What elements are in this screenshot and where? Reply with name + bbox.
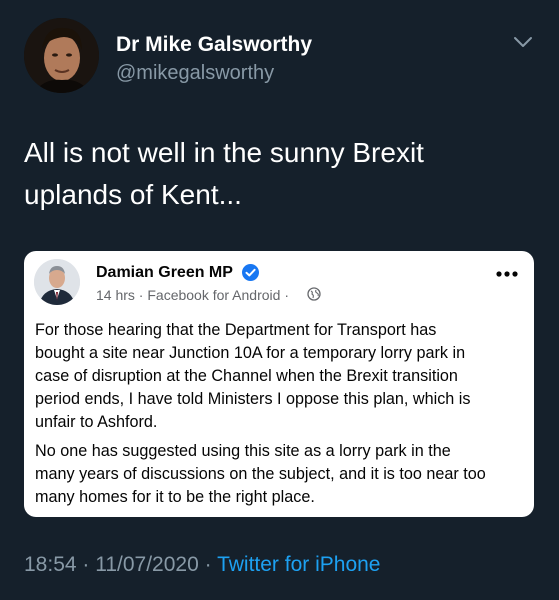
facebook-author-avatar-image xyxy=(34,259,80,305)
tweet-source-link[interactable]: Twitter for iPhone xyxy=(217,553,380,576)
facebook-author-avatar[interactable] xyxy=(34,259,80,305)
tweet: Dr Mike Galsworthy @mikegalsworthy All i… xyxy=(0,0,559,600)
facebook-post-meta: 14 hrs · Facebook for Android · xyxy=(96,287,289,303)
verified-badge-icon xyxy=(241,263,260,282)
author-handle[interactable]: @mikegalsworthy xyxy=(116,62,274,85)
chevron-down-icon[interactable] xyxy=(511,32,535,52)
globe-icon xyxy=(307,287,321,301)
facebook-author-name[interactable]: Damian Green MP xyxy=(96,264,233,282)
footer-separator: · xyxy=(204,553,212,576)
facebook-post-paragraph: For those hearing that the Department fo… xyxy=(35,321,471,431)
facebook-post-paragraph: No one has suggested using this site as … xyxy=(35,442,486,506)
more-options-icon[interactable] xyxy=(494,267,520,281)
author-display-name[interactable]: Dr Mike Galsworthy xyxy=(116,33,312,57)
tweet-text: All is not well in the sunny Brexit upla… xyxy=(24,137,424,210)
author-avatar[interactable] xyxy=(24,18,99,93)
author-avatar-image xyxy=(24,18,99,93)
embedded-facebook-post: Damian Green MP 14 hrs · Facebook for An… xyxy=(24,251,534,517)
tweet-timestamp[interactable]: 18:54 · 11/07/2020 xyxy=(24,553,199,576)
tweet-footer: 18:54 · 11/07/2020 · Twitter for iPhone xyxy=(24,553,380,577)
